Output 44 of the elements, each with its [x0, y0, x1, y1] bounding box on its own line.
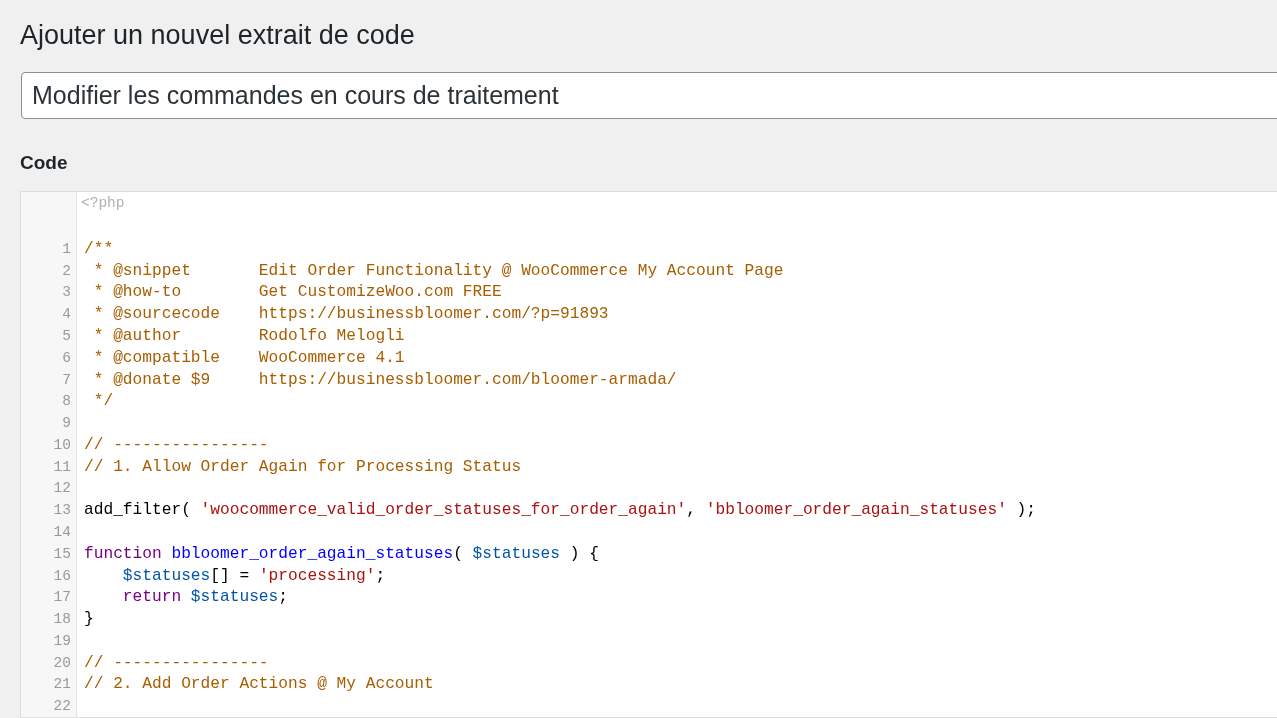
code-line: * @author Rodolfo Melogli — [92, 326, 405, 345]
line-number: 4 — [61, 305, 72, 325]
code-line: * @donate $9 https://businessbloomer.com/bloomer-armada/ — [92, 370, 677, 389]
line-number: 14 — [52, 523, 72, 542]
code-line: add_filter( 'woocommerce_valid_order_statuses_for_order_again', 'bbloomer_order_again_statuses' ); — [83, 501, 1037, 520]
code-line: // ---------------- — [83, 653, 269, 672]
line-number: 20 — [52, 653, 72, 673]
code-line: // ---------------- — [83, 435, 269, 454]
code-line: * @how-to Get CustomizeWoo.com FREE — [92, 283, 502, 302]
line-number: 11 — [52, 457, 72, 477]
line-number: 10 — [52, 435, 72, 455]
code-label: Code — [20, 151, 69, 175]
code-line: * @snippet Edit Order Functionality @ WooCommerce My Account Page — [92, 261, 784, 280]
code-line: return $statuses; — [121, 588, 288, 607]
php-open-tag: <?php — [21, 195, 125, 212]
snippet-name-field[interactable]: Modifier les commandes en cours de traitement — [21, 72, 1277, 119]
line-number: 18 — [52, 610, 72, 630]
line-number: 17 — [52, 588, 72, 608]
code-line: /** — [83, 239, 114, 258]
code-line: // 1. Allow Order Again for Processing Status — [83, 457, 522, 476]
page-title: Ajouter un nouvel extrait de code — [20, 19, 416, 52]
line-number: 2 — [61, 261, 72, 281]
code-line: function bbloomer_order_again_statuses( $statuses ) { — [83, 544, 599, 563]
code-line: // 2. Add Order Actions @ My Account — [83, 675, 434, 694]
line-number: 12 — [52, 479, 72, 499]
code-line: } — [83, 610, 94, 629]
line-number: 15 — [52, 544, 72, 564]
line-number: 3 — [61, 283, 72, 303]
code-line: $statuses[] = 'processing'; — [121, 566, 386, 585]
code-editor[interactable] — [20, 191, 1277, 718]
line-number: 19 — [52, 631, 72, 651]
line-number: 5 — [61, 326, 72, 346]
line-number: 16 — [52, 566, 72, 586]
line-number: 8 — [61, 392, 72, 412]
line-number: 13 — [52, 501, 72, 521]
line-number: 22 — [52, 697, 72, 717]
line-number: 21 — [52, 675, 72, 695]
code-line: */ — [92, 392, 114, 411]
line-number: 1 — [61, 239, 72, 259]
code-line: * @sourcecode https://businessbloomer.com/?p=91893 — [92, 305, 609, 324]
line-number: 9 — [61, 414, 72, 434]
code-line: * @compatible WooCommerce 4.1 — [92, 348, 405, 367]
line-number: 7 — [61, 370, 72, 390]
line-number: 6 — [61, 348, 72, 368]
